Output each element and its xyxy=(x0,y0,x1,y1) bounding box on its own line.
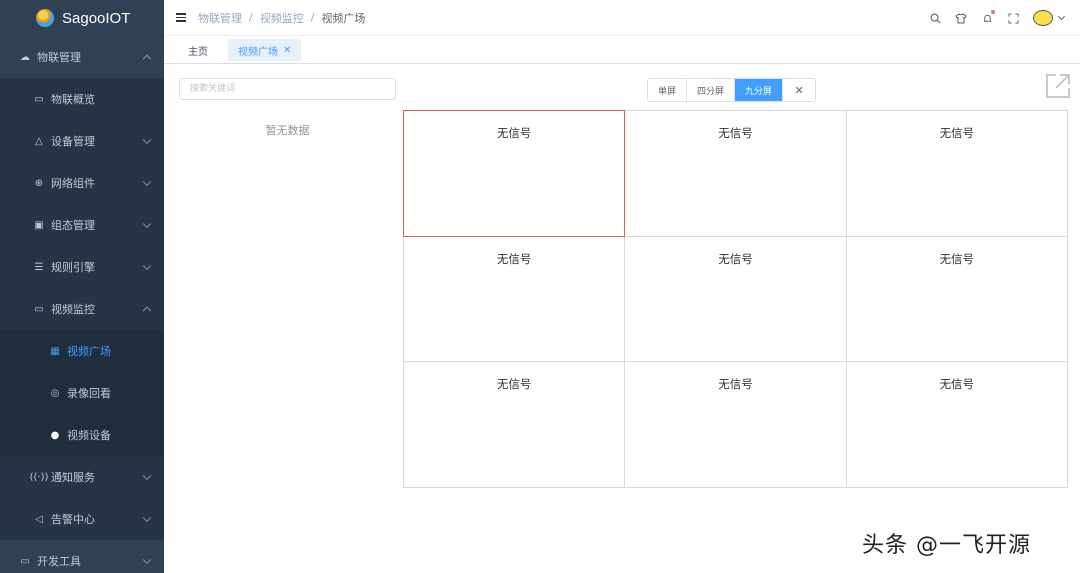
menu-label: 物联概览 xyxy=(51,93,95,106)
chevron-down-icon xyxy=(142,219,152,229)
watermark-text: 头条 @一飞开源 xyxy=(862,533,1031,558)
chevron-up-icon xyxy=(142,306,152,316)
no-signal-text: 无信号 xyxy=(939,377,975,392)
shirt-icon[interactable] xyxy=(955,12,967,24)
dev-icon: ▭ xyxy=(20,555,30,567)
alarm-icon: ◁ xyxy=(35,513,43,525)
nine-screen-button[interactable]: 九分屏 xyxy=(735,79,784,101)
menu-configuration[interactable]: ▣ 组态管理 xyxy=(0,204,164,246)
menu-label: 网络组件 xyxy=(51,177,95,190)
menu-label: 视频设备 xyxy=(67,429,111,442)
chevron-down-icon xyxy=(142,177,152,187)
no-signal-text: 无信号 xyxy=(496,251,532,266)
breadcrumb-item[interactable]: 物联管理 xyxy=(198,10,242,26)
iot-icon: ☁ xyxy=(20,51,30,63)
broadcast-icon: ((·)) xyxy=(29,471,49,483)
video-cell[interactable]: 无信号 xyxy=(403,235,626,363)
menu-label: 开发工具 xyxy=(37,555,81,568)
bell-icon[interactable] xyxy=(981,10,995,24)
menu-label: 组态管理 xyxy=(51,219,95,232)
menu-notification-service[interactable]: ((·)) 通知服务 xyxy=(0,456,164,498)
logo-icon xyxy=(36,9,54,27)
close-all-button[interactable]: ✕ xyxy=(783,79,816,101)
tab-video-square[interactable]: 视频广场 ✕ xyxy=(228,39,302,61)
menu-label: 设备管理 xyxy=(51,135,95,148)
hamburger-icon[interactable] xyxy=(176,13,186,22)
top-navbar: 物联管理 / 视频监控 / 视频广场 xyxy=(164,0,1080,36)
network-icon: ⊕ xyxy=(34,177,44,189)
menu-label: 规则引擎 xyxy=(51,261,95,274)
video-cell[interactable]: 无信号 xyxy=(624,110,847,237)
video-cell[interactable]: 无信号 xyxy=(624,235,847,363)
no-signal-text: 无信号 xyxy=(939,126,975,140)
menu-video-square[interactable]: ▦ 视频广场 xyxy=(0,330,164,372)
app-logo[interactable]: SagooIOT xyxy=(0,0,164,36)
breadcrumb-current: 视频广场 xyxy=(321,11,366,25)
single-screen-button[interactable]: 单屏 xyxy=(648,79,688,101)
external-link-icon[interactable] xyxy=(1044,72,1072,100)
close-icon[interactable]: ✕ xyxy=(283,45,291,56)
no-signal-text: 无信号 xyxy=(496,126,532,140)
menu-network-components[interactable]: ⊕ 网络组件 xyxy=(0,162,164,204)
menu-dev-tools[interactable]: ▭ 开发工具 xyxy=(0,540,164,573)
video-icon: ▭ xyxy=(34,303,44,315)
menu-label: 通知服务 xyxy=(51,471,95,484)
menu-recording-playback[interactable]: ◎ 录像回看 xyxy=(0,372,164,414)
menu-label: 物联管理 xyxy=(37,51,81,64)
chevron-down-icon xyxy=(142,555,152,565)
no-signal-text: 无信号 xyxy=(718,251,753,266)
sidebar: SagooIOT ☁ 物联管理 ▭ 物联概览 △ 设备管理 ⊕ 网络组件 ▣ 组… xyxy=(0,0,164,573)
avatar[interactable] xyxy=(1033,10,1053,26)
breadcrumb: 物联管理 / 视频监控 / 视频广场 xyxy=(198,10,366,26)
chevron-down-icon[interactable] xyxy=(1057,12,1066,21)
four-screen-button[interactable]: 四分屏 xyxy=(687,79,736,101)
tab-label: 视频广场 xyxy=(238,46,278,58)
device-icon: △ xyxy=(35,135,43,147)
config-icon: ▣ xyxy=(34,219,44,231)
menu-label: 录像回看 xyxy=(67,387,111,400)
rule-icon: ☰ xyxy=(34,261,44,273)
tab-label: 主页 xyxy=(188,46,208,58)
menu-video-devices[interactable]: ● 视频设备 xyxy=(0,414,164,456)
chevron-down-icon xyxy=(142,513,152,523)
app-title: SagooIOT xyxy=(62,9,131,27)
video-cell[interactable]: 无信号 xyxy=(403,361,626,488)
monitor-icon: ▭ xyxy=(34,93,44,105)
header-actions xyxy=(929,0,1066,36)
no-signal-text: 无信号 xyxy=(718,126,753,140)
video-cell[interactable]: 无信号 xyxy=(403,110,626,237)
tab-home[interactable]: 主页 xyxy=(178,39,218,61)
fullscreen-icon[interactable] xyxy=(1007,12,1019,24)
menu-iot-overview[interactable]: ▭ 物联概览 xyxy=(0,78,164,120)
camera-dot-icon: ● xyxy=(50,429,60,441)
empty-state-text: 暂无数据 xyxy=(265,124,310,137)
grid-icon: ▦ xyxy=(50,345,60,357)
menu-label: 视频监控 xyxy=(51,303,95,316)
menu-iot-management[interactable]: ☁ 物联管理 xyxy=(0,36,164,78)
screen-layout-switch: 单屏 四分屏 九分屏 ✕ xyxy=(647,78,817,102)
video-cell[interactable]: 无信号 xyxy=(845,235,1068,363)
menu-video-monitoring[interactable]: ▭ 视频监控 xyxy=(0,288,164,330)
menu-rule-engine[interactable]: ☰ 规则引擎 xyxy=(0,246,164,288)
search-icon[interactable] xyxy=(929,12,941,24)
search-input[interactable] xyxy=(179,78,396,100)
video-grid: 无信号 无信号 无信号 无信号 无信号 无信号 无信号 无信号 无信号 xyxy=(403,110,1068,488)
video-cell[interactable]: 无信号 xyxy=(845,361,1068,488)
chevron-down-icon xyxy=(142,261,152,271)
chevron-up-icon xyxy=(142,54,152,64)
menu-label: 告警中心 xyxy=(51,513,95,526)
video-cell[interactable]: 无信号 xyxy=(845,110,1068,237)
menu-label: 视频广场 xyxy=(67,345,111,358)
chevron-down-icon xyxy=(142,471,152,481)
menu-device-management[interactable]: △ 设备管理 xyxy=(0,120,164,162)
no-signal-text: 无信号 xyxy=(718,377,753,392)
playback-icon: ◎ xyxy=(50,387,60,399)
breadcrumb-item[interactable]: 视频监控 xyxy=(260,10,304,26)
tags-view: 主页 视频广场 ✕ xyxy=(164,37,1080,64)
chevron-down-icon xyxy=(142,135,152,145)
no-signal-text: 无信号 xyxy=(939,251,975,266)
no-signal-text: 无信号 xyxy=(496,377,532,392)
menu-alarm-center[interactable]: ◁ 告警中心 xyxy=(0,498,164,540)
video-cell[interactable]: 无信号 xyxy=(624,361,847,488)
